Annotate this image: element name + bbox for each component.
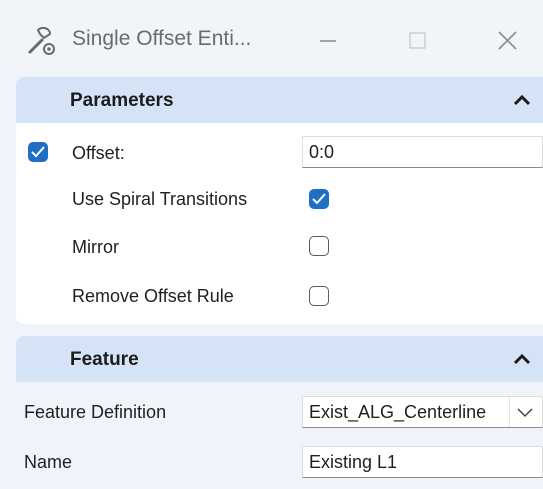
close-icon[interactable]: [490, 22, 526, 58]
feature-definition-value: Exist_ALG_Centerline: [309, 402, 487, 422]
remove-offset-rule-checkbox[interactable]: [309, 286, 329, 306]
wrench-settings-icon: [28, 26, 55, 55]
offset-label: Offset:: [72, 143, 125, 163]
name-input[interactable]: Existing L1: [302, 446, 543, 478]
single-offset-dialog: Single Offset Enti... Parameters Offset:…: [0, 0, 543, 489]
mirror-label: Mirror: [72, 237, 119, 257]
maximize-icon[interactable]: [400, 22, 436, 58]
use-spiral-label: Use Spiral Transitions: [72, 189, 248, 209]
checkmark-icon: [312, 193, 326, 205]
checkmark-icon: [31, 146, 45, 158]
title-bar[interactable]: Single Offset Enti...: [0, 0, 543, 76]
feature-definition-label: Feature Definition: [24, 402, 167, 422]
parameters-panel: Offset: 0:0 Use Spiral Transitions Mirro…: [16, 123, 543, 324]
minimize-icon[interactable]: [310, 22, 346, 58]
parameters-title: Parameters: [70, 90, 174, 111]
mirror-checkbox[interactable]: [309, 236, 329, 256]
offset-checkbox[interactable]: [28, 142, 48, 162]
window-title: Single Offset Enti...: [72, 27, 252, 50]
chevron-up-icon[interactable]: [513, 93, 531, 107]
feature-section-header[interactable]: Feature: [16, 336, 543, 382]
chevron-down-icon[interactable]: [509, 397, 540, 427]
remove-offset-rule-label: Remove Offset Rule: [72, 286, 234, 306]
parameters-section-header[interactable]: Parameters: [16, 77, 543, 123]
feature-title: Feature: [70, 349, 139, 370]
offset-input[interactable]: 0:0: [302, 136, 543, 168]
chevron-up-icon[interactable]: [513, 352, 531, 366]
name-label: Name: [24, 452, 73, 472]
feature-definition-dropdown[interactable]: Exist_ALG_Centerline: [302, 396, 543, 428]
use-spiral-checkbox[interactable]: [309, 189, 329, 209]
